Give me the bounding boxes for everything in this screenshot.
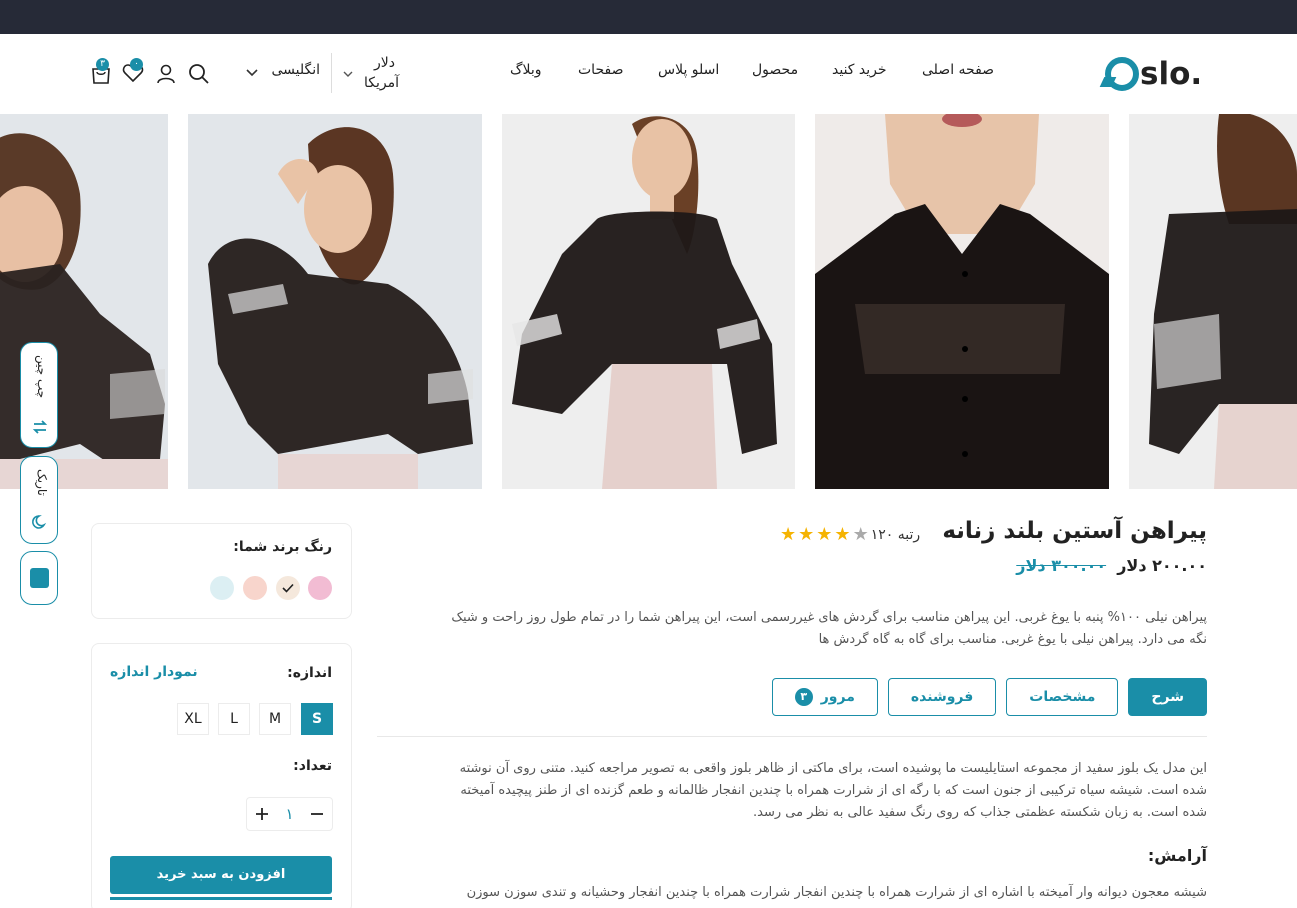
gallery-image-2[interactable] — [188, 114, 482, 489]
rtl-toggle-button[interactable]: چپ چین — [20, 342, 58, 448]
language-selector[interactable]: انگلیسی — [244, 62, 324, 84]
product-short-description: پیراهن نیلی ۱۰۰% پنبه با یوغ غربی. این پ… — [377, 607, 1207, 651]
chevron-down-icon — [246, 69, 258, 77]
nav-pages[interactable]: صفحات — [578, 62, 623, 78]
body-line: این مدل یک بلوز سفید از مجموعه استایلیست… — [459, 761, 1207, 776]
review-count-badge: ۳ — [794, 688, 813, 706]
language-label: انگلیسی — [271, 62, 320, 78]
blouse-collar-closeup-image — [815, 114, 1109, 489]
minus-icon[interactable] — [310, 807, 324, 821]
swap-icon — [32, 420, 48, 434]
nav-product[interactable]: محصول — [752, 62, 798, 78]
tab-label: مشخصات — [1029, 689, 1096, 705]
color-swatch-selected[interactable] — [276, 576, 300, 600]
tab-vendor[interactable]: فروشنده — [887, 678, 997, 716]
color-swatch[interactable] — [243, 576, 267, 600]
currency-line1: دلار — [374, 55, 395, 71]
quantity-label: تعداد: — [293, 758, 332, 774]
color-square-icon — [30, 568, 49, 588]
model-hand-in-hair-image — [188, 114, 482, 489]
rank-label: رتبه ۱۲۰ — [870, 527, 921, 543]
product-title: پیراهن آستین بلند زنانه — [942, 518, 1207, 544]
logo-mark — [1105, 57, 1139, 91]
currency-line2: آمریکا — [363, 75, 399, 91]
cart-button[interactable]: ۳ — [90, 58, 116, 86]
price-current: ۲۰۰.۰۰ دلار — [1117, 556, 1207, 575]
description-body-2: شیشه معجون دیوانه وار آمیخته با اشاره ای… — [377, 882, 1207, 904]
tab-reviews[interactable]: مرور ۳ — [771, 678, 878, 716]
body-line: شده است. به زبان شکسته عظمتی جذاب که روی… — [753, 805, 1207, 820]
check-icon — [282, 583, 294, 593]
description-body: این مدل یک بلوز سفید از مجموعه استایلیست… — [377, 758, 1207, 824]
tab-label: فروشنده — [910, 689, 974, 705]
nav-home[interactable]: صفحه اصلی — [922, 62, 994, 78]
gallery-image-5[interactable] — [1129, 114, 1297, 489]
wishlist-count-badge: ۰ — [130, 58, 143, 71]
gallery-image-4[interactable] — [815, 114, 1109, 489]
product-tabs: شرح مشخصات فروشنده مرور ۳ — [771, 678, 1207, 716]
section-subheading: آرامش: — [1147, 846, 1207, 865]
star-icon: ★ — [816, 524, 833, 545]
color-label: رنگ برند شما: — [233, 539, 332, 555]
color-swatch[interactable] — [308, 576, 332, 600]
header-divider — [331, 53, 332, 93]
body-line: شده است. شیشه سیاه ترکیبی از جنون است که… — [460, 783, 1207, 798]
color-scheme-button[interactable] — [20, 551, 58, 605]
cart-count-badge: ۳ — [96, 58, 109, 71]
size-option-l[interactable]: L — [218, 703, 250, 735]
tabs-divider — [377, 736, 1207, 737]
blouse-back-view-image — [1129, 114, 1297, 489]
size-chart-link[interactable]: نمودار اندازه — [110, 664, 198, 680]
chevron-down-icon — [343, 71, 353, 77]
nav-shop[interactable]: خرید کنید — [832, 62, 887, 78]
star-empty-icon: ★ — [852, 524, 869, 545]
size-option-xl[interactable]: XL — [177, 703, 209, 735]
quantity-value[interactable]: ۱ — [285, 805, 293, 823]
site-logo[interactable]: slo. — [1105, 52, 1215, 96]
user-icon[interactable] — [156, 63, 176, 85]
color-picker-card — [91, 523, 352, 619]
logo-text: slo. — [1140, 56, 1203, 92]
search-icon[interactable] — [188, 63, 210, 85]
star-icon: ★ — [780, 524, 797, 545]
add-to-cart-underline — [110, 897, 332, 900]
gallery-image-3[interactable] — [502, 114, 795, 489]
tab-specifications[interactable]: مشخصات — [1006, 678, 1119, 716]
tab-label: شرح — [1151, 689, 1184, 705]
wishlist-button[interactable]: ۰ — [122, 58, 148, 86]
size-option-m[interactable]: M — [259, 703, 291, 735]
currency-selector[interactable]: دلار آمریکا — [343, 54, 403, 94]
top-bar — [0, 0, 1297, 34]
rtl-toggle-label: چپ چین — [35, 355, 49, 399]
quantity-stepper: ۱ — [246, 797, 333, 831]
product-rating: ★ ★ ★ ★ ★ رتبه ۱۲۰ — [780, 522, 950, 548]
dark-mode-label: تاریک — [35, 469, 49, 496]
price: ۲۰۰.۰۰ دلار ۳۰۰.۰۰ دلار — [1016, 556, 1207, 575]
star-icon: ★ — [834, 524, 851, 545]
dark-mode-button[interactable]: تاریک — [20, 456, 58, 544]
description-line: نگه می دارد. پیراهن نیلی با یوغ غربی. من… — [818, 632, 1207, 647]
price-old: ۳۰۰.۰۰ دلار — [1016, 556, 1107, 575]
model-front-full-image — [502, 114, 795, 489]
description-line: پیراهن نیلی ۱۰۰% پنبه با یوغ غربی. این پ… — [451, 610, 1207, 625]
star-icon: ★ — [798, 524, 815, 545]
nav-blog[interactable]: وبلاگ — [510, 62, 542, 78]
add-to-cart-button[interactable]: افزودن به سبد خرید — [110, 856, 332, 894]
color-swatch[interactable] — [210, 576, 234, 600]
moon-icon — [32, 515, 47, 529]
size-option-s[interactable]: S — [301, 703, 333, 735]
size-label: اندازه: — [287, 665, 332, 681]
plus-icon[interactable] — [255, 807, 269, 821]
nav-oslo-plus[interactable]: اسلو پلاس — [658, 62, 719, 78]
tab-label: مرور — [820, 689, 855, 705]
body-line: شیشه معجون دیوانه وار آمیخته با اشاره ای… — [466, 885, 1207, 900]
tab-description[interactable]: شرح — [1128, 678, 1207, 716]
